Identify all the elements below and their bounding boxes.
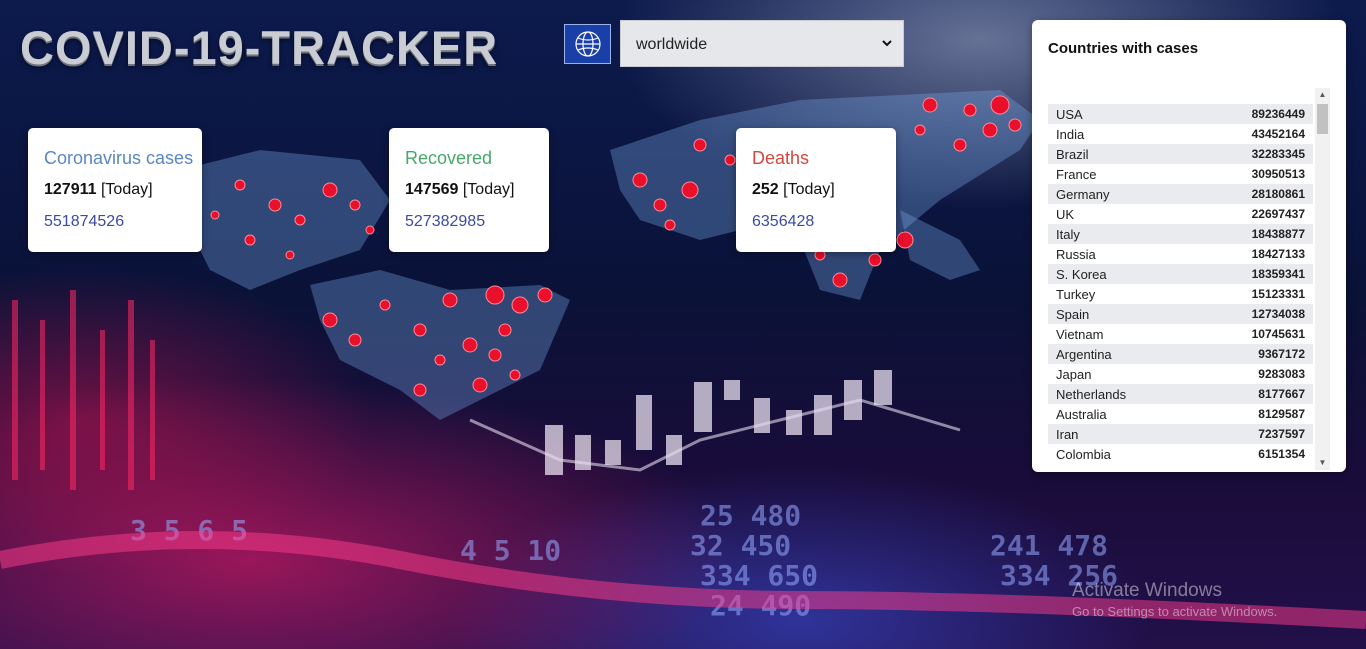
cases-today: 127911 [Today] <box>44 181 186 199</box>
deaths-today-value: 252 <box>752 181 779 198</box>
watermark-line2: Go to Settings to activate Windows. <box>1072 604 1278 619</box>
table-row: Germany 28180861 <box>1048 184 1313 204</box>
country-cases: 8177667 <box>1258 387 1305 401</box>
svg-text:241 478: 241 478 <box>990 529 1108 562</box>
svg-text:4 5 10: 4 5 10 <box>460 534 561 567</box>
countries-table-scroll[interactable]: USA 89236449 India 43452164 Brazil 32283345 Fr… <box>1048 84 1346 471</box>
svg-text:32 450: 32 450 <box>690 529 791 562</box>
country-name: Italy <box>1056 226 1080 242</box>
cases-label: Coronavirus cases <box>44 148 194 168</box>
country-cases: 12734038 <box>1251 307 1305 321</box>
country-name: Japan <box>1056 366 1092 382</box>
country-cases: 43452164 <box>1251 127 1305 141</box>
table-row: Brazil 32283345 <box>1048 144 1313 164</box>
cases-today-suffix: [Today] <box>100 181 153 198</box>
country-name: India <box>1056 126 1085 142</box>
country-name: Iran <box>1056 426 1079 442</box>
country-cases: 6151354 <box>1258 447 1305 461</box>
deaths-card[interactable]: Deaths 252 [Today] 6356428 <box>736 128 896 252</box>
table-row: Vietnam 10745631 <box>1048 324 1313 344</box>
table-row: Italy 18438877 <box>1048 224 1313 244</box>
app-title: COVID-19-TRACKER <box>20 21 499 74</box>
cases-card[interactable]: Coronavirus cases 127911 [Today] 5518745… <box>28 128 202 252</box>
table-row: Spain 12734038 <box>1048 304 1313 324</box>
table-row: Russia 18427133 <box>1048 244 1313 264</box>
country-name: Spain <box>1056 306 1090 322</box>
deaths-label: Deaths <box>752 148 810 168</box>
country-cases: 8129587 <box>1258 407 1305 421</box>
chevron-down-icon <box>882 40 892 47</box>
table-row: Iran 7237597 <box>1048 424 1313 444</box>
country-cases: 15123331 <box>1251 287 1305 301</box>
country-name: Netherlands <box>1056 386 1127 402</box>
country-name: S. Korea <box>1056 266 1107 282</box>
country-cases: 22697437 <box>1251 207 1305 221</box>
country-name: Turkey <box>1056 286 1096 302</box>
deaths-total: 6356428 <box>752 213 815 230</box>
table-row: France 30950513 <box>1048 164 1313 184</box>
recovered-total: 527382985 <box>405 213 486 230</box>
country-cases: 30950513 <box>1251 167 1305 181</box>
country-name: UK <box>1056 206 1075 222</box>
scrollbar[interactable]: ▲ ▼ <box>1315 88 1330 470</box>
country-name: Russia <box>1056 246 1096 262</box>
countries-table: USA 89236449 India 43452164 Brazil 32283345 Fr… <box>1048 104 1313 464</box>
cases-total: 551874526 <box>44 213 125 230</box>
windows-activation-watermark: Activate Windows Go to Settings to activ… <box>1072 580 1277 619</box>
cases-today-value: 127911 <box>44 181 97 198</box>
country-name: Colombia <box>1056 446 1111 462</box>
country-cases: 18438877 <box>1251 227 1305 241</box>
country-cases: 7237597 <box>1258 427 1305 441</box>
table-row: Japan 9283083 <box>1048 364 1313 384</box>
deaths-today-suffix: [Today] <box>783 181 835 198</box>
countries-panel-title: Countries with cases <box>1048 40 1199 57</box>
table-row: S. Korea 18359341 <box>1048 264 1313 284</box>
svg-text:25 480: 25 480 <box>700 499 801 532</box>
table-row: Netherlands 8177667 <box>1048 384 1313 404</box>
countries-panel: Countries with cases USA 89236449 India 434… <box>1032 20 1346 472</box>
table-row: Argentina 9367172 <box>1048 344 1313 364</box>
table-row: India 43452164 <box>1048 124 1313 144</box>
country-cases: 9283083 <box>1258 367 1305 381</box>
recovered-card[interactable]: Recovered 147569 [Today] 527382985 <box>389 128 549 252</box>
country-name: Vietnam <box>1056 326 1104 342</box>
country-name: Germany <box>1056 186 1110 202</box>
country-cases: 28180861 <box>1251 187 1305 201</box>
recovered-today-suffix: [Today] <box>462 181 515 198</box>
country-name: Australia <box>1056 406 1107 422</box>
scrollbar-thumb[interactable] <box>1317 104 1328 134</box>
scroll-down-icon[interactable]: ▼ <box>1315 456 1330 470</box>
scroll-up-icon[interactable]: ▲ <box>1315 88 1330 102</box>
globe-icon <box>564 24 611 64</box>
watermark-line1: Activate Windows <box>1072 580 1222 601</box>
table-row: Colombia 6151354 <box>1048 444 1313 464</box>
table-row: Australia 8129587 <box>1048 404 1313 424</box>
table-row: UK 22697437 <box>1048 204 1313 224</box>
country-name: Brazil <box>1056 146 1089 162</box>
table-row: Turkey 15123331 <box>1048 284 1313 304</box>
recovered-today-value: 147569 <box>405 181 459 198</box>
region-select-value: worldwide <box>636 36 708 53</box>
country-cases: 32283345 <box>1251 147 1305 161</box>
country-name: Argentina <box>1056 346 1112 362</box>
country-name: USA <box>1056 106 1083 122</box>
country-cases: 10745631 <box>1251 327 1305 341</box>
country-cases: 18427133 <box>1251 247 1305 261</box>
country-cases: 89236449 <box>1251 107 1305 121</box>
country-cases: 18359341 <box>1251 267 1305 281</box>
country-name: France <box>1056 166 1097 182</box>
recovered-label: Recovered <box>405 148 493 168</box>
deaths-today: 252 [Today] <box>752 181 880 199</box>
recovered-today: 147569 [Today] <box>405 181 533 199</box>
region-select[interactable]: worldwide <box>620 20 904 67</box>
table-row: USA 89236449 <box>1048 104 1313 124</box>
country-cases: 9367172 <box>1258 347 1305 361</box>
svg-text:334 650: 334 650 <box>700 559 818 592</box>
